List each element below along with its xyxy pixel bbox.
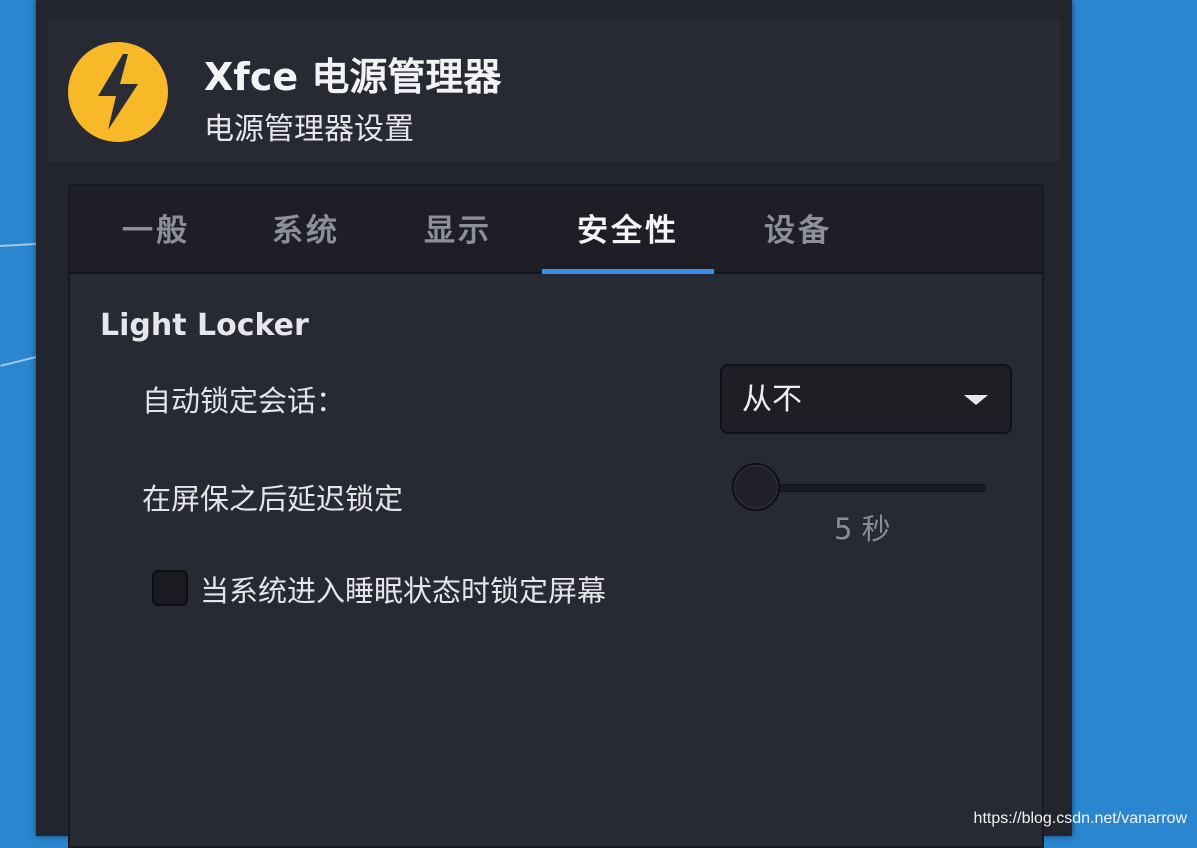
watermark-text: https://blog.csdn.net/vanarrow — [973, 810, 1187, 827]
power-manager-window: Xfce 电源管理器 电源管理器设置 一般 系统 显示 安全性 设备 Light… — [36, 0, 1072, 848]
tab-label: 一般 — [122, 213, 190, 249]
tab-label: 设备 — [764, 213, 832, 249]
tab-label: 安全性 — [577, 213, 679, 249]
app-title: Xfce 电源管理器 — [204, 55, 502, 99]
lock-delay-slider-handle[interactable] — [732, 463, 780, 511]
lock-delay-label: 在屏保之后延迟锁定 — [142, 482, 404, 516]
lightning-bolt-icon — [68, 42, 168, 142]
dropdown-arrow-icon — [964, 395, 988, 405]
tab-label: 显示 — [424, 213, 492, 249]
tab-display[interactable]: 显示 — [388, 186, 528, 272]
tab-label: 系统 — [272, 213, 340, 249]
tab-system[interactable]: 系统 — [236, 186, 376, 272]
app-subtitle: 电源管理器设置 — [204, 112, 414, 147]
dialog-header: Xfce 电源管理器 电源管理器设置 — [48, 20, 1060, 162]
section-title-light-locker: Light Locker — [100, 308, 309, 343]
auto-lock-dropdown[interactable]: 从不 — [720, 364, 1012, 434]
auto-lock-selected-value: 从不 — [742, 382, 802, 417]
lock-delay-value: 5 秒 — [834, 512, 891, 546]
tab-bar: 一般 系统 显示 安全性 设备 — [70, 186, 1042, 274]
lock-on-sleep-checkbox[interactable] — [152, 570, 188, 606]
settings-notebook: 一般 系统 显示 安全性 设备 Light Locker 自动锁定会话： 从不 … — [68, 184, 1044, 848]
lock-delay-slider[interactable] — [756, 484, 986, 492]
desktop-wallpaper-line — [0, 243, 37, 247]
auto-lock-label: 自动锁定会话： — [142, 384, 346, 418]
window-titlebar[interactable] — [36, 0, 1072, 20]
tab-security[interactable]: 安全性 — [542, 186, 714, 274]
desktop-wallpaper-line — [0, 355, 40, 367]
tab-devices[interactable]: 设备 — [728, 186, 868, 272]
active-tab-indicator — [542, 269, 714, 274]
lock-on-sleep-label[interactable]: 当系统进入睡眠状态时锁定屏幕 — [200, 568, 606, 610]
tab-general[interactable]: 一般 — [86, 186, 226, 272]
